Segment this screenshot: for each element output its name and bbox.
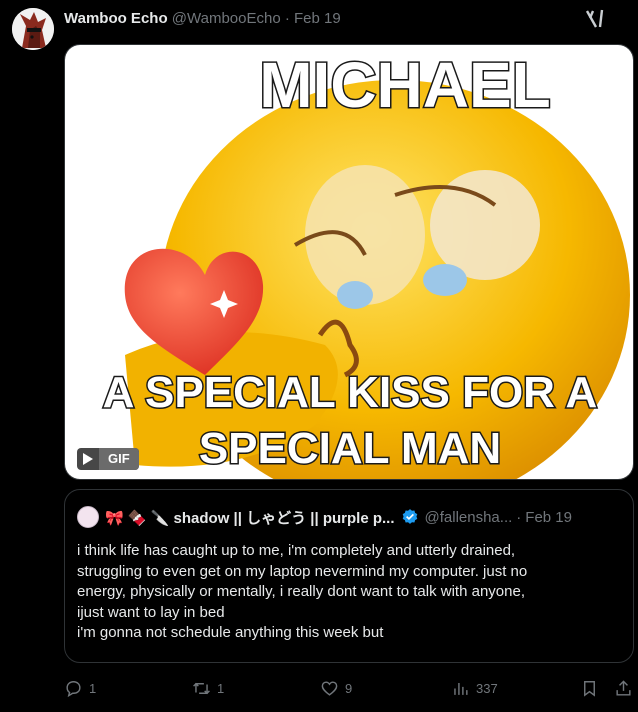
author-row: Wamboo Echo @WambooEcho · Feb 19 <box>64 10 341 28</box>
quote-line: ijust want to lay in bed <box>77 603 225 621</box>
author-avatar[interactable] <box>12 8 54 50</box>
quote-line: i'm gonna not schedule anything this wee… <box>77 624 384 641</box>
caption-bottom-line2: SPECIAL MAN <box>199 424 501 473</box>
share-icon <box>616 679 631 696</box>
avatar-art <box>12 8 54 50</box>
heart-icon <box>321 680 338 696</box>
reply-icon <box>66 680 81 697</box>
quote-line: i think life has caught up to me, i'm co… <box>77 542 516 559</box>
bookmark-button[interactable] <box>580 675 605 701</box>
view-count: 337 <box>476 680 498 696</box>
action-bar: 1 1 9 337 <box>64 675 634 701</box>
quote-date-separator: · <box>516 508 522 526</box>
caption-top: MICHAEL <box>259 49 551 121</box>
grok-icon[interactable] <box>584 9 606 29</box>
repost-icon <box>193 682 210 694</box>
quote-avatar[interactable] <box>77 506 99 528</box>
verified-badge-icon <box>402 509 417 524</box>
quoted-tweet[interactable]: 🎀 🍫 🔪 shadow || しゃどう || purple p... @fal… <box>64 489 634 663</box>
author-handle[interactable]: @WambooEcho <box>172 10 281 27</box>
like-button[interactable]: 9 <box>320 675 352 701</box>
quote-line: energy, physically or mentally, i really… <box>77 583 525 600</box>
share-button[interactable] <box>614 675 638 701</box>
quote-line: struggling to even get on my laptop neve… <box>77 562 528 580</box>
reply-button[interactable]: 1 <box>64 675 96 701</box>
caption-bottom-line1: A SPECIAL KISS FOR A <box>103 368 598 417</box>
repost-count: 1 <box>217 680 225 696</box>
views-button[interactable]: 337 <box>451 675 498 701</box>
gif-image: MICHAEL A SPECIAL KISS FOR A SPECIAL MAN <box>65 45 633 479</box>
quote-header: 🎀 🍫 🔪 shadow || しゃどう || purple p... @fal… <box>77 506 621 528</box>
author-name[interactable]: Wamboo Echo <box>64 10 168 27</box>
quote-author-name[interactable]: 🎀 🍫 🔪 shadow || しゃどう || purple p... <box>105 507 395 528</box>
reply-count: 1 <box>89 680 97 696</box>
date-separator: · <box>284 10 290 27</box>
quote-text: i think life has caught up to me, i'm co… <box>77 541 627 644</box>
bookmark-icon <box>584 680 595 697</box>
gif-badge[interactable]: GIF <box>77 448 139 470</box>
quote-date[interactable]: Feb 19 <box>525 509 572 526</box>
quote-handle[interactable]: @fallensha... <box>425 509 513 526</box>
views-icon <box>454 682 468 695</box>
gif-label: GIF <box>99 448 139 470</box>
play-icon[interactable] <box>77 448 99 470</box>
like-count: 9 <box>345 680 353 696</box>
tweet-date[interactable]: Feb 19 <box>294 10 341 27</box>
gif-media[interactable]: MICHAEL A SPECIAL KISS FOR A SPECIAL MAN… <box>64 44 634 480</box>
tweet-header: Wamboo Echo @WambooEcho · Feb 19 <box>0 0 638 50</box>
repost-button[interactable]: 1 <box>192 675 224 701</box>
